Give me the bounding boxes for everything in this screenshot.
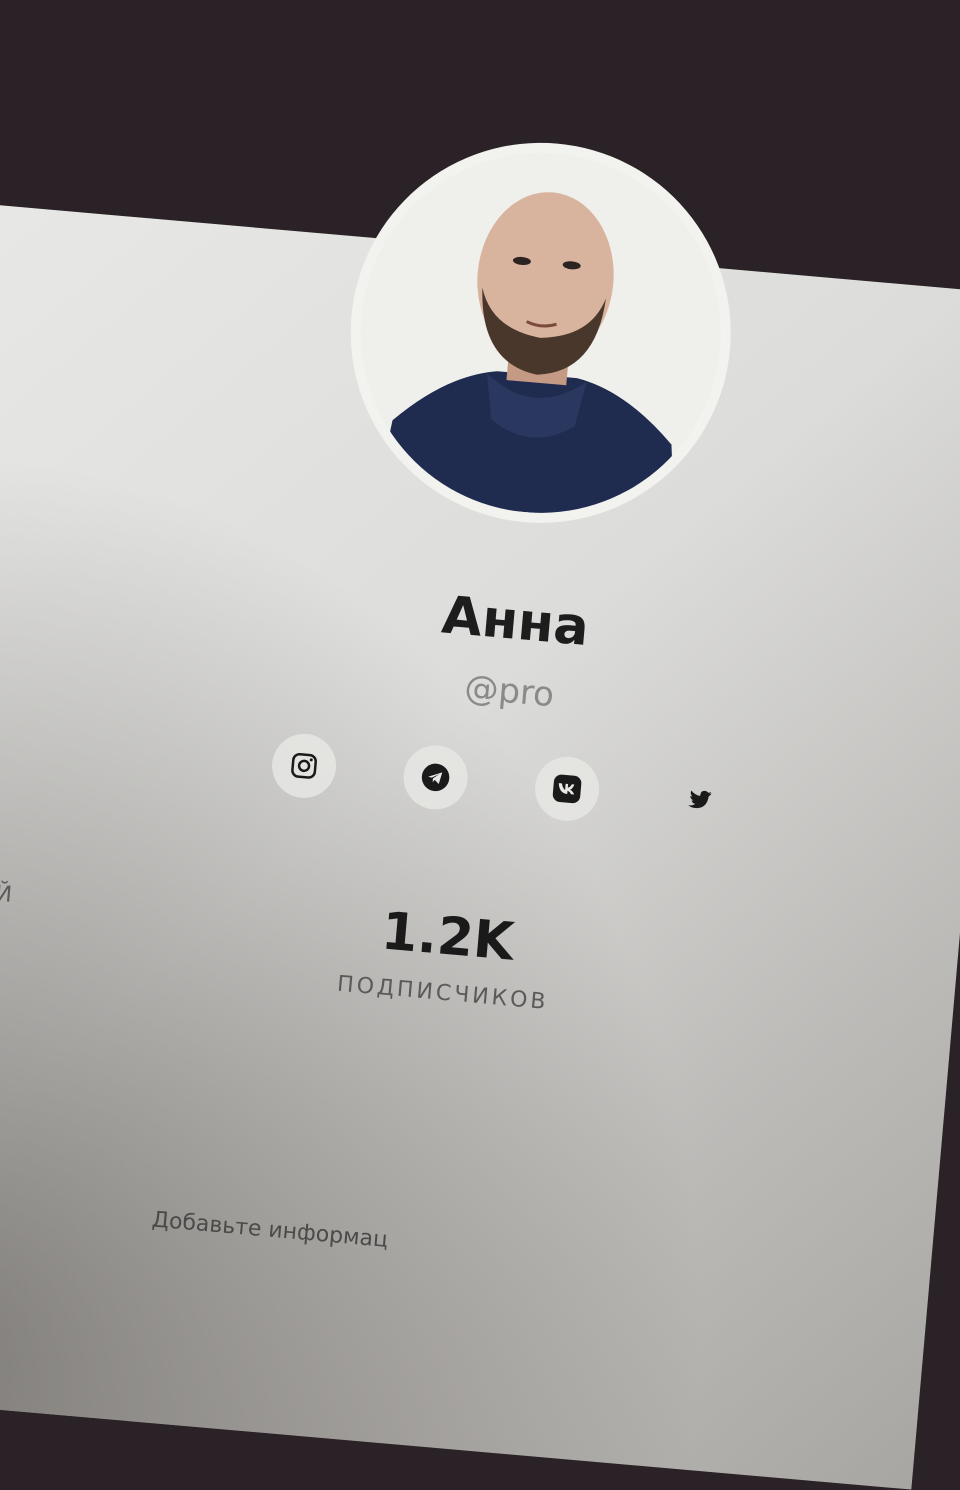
social-links (269, 731, 733, 841)
twitter-icon (688, 790, 712, 809)
avatar[interactable] (345, 137, 736, 528)
followers-count: 1.2K (379, 901, 517, 973)
posts-label: ИКАЦИЙ (0, 873, 16, 909)
profile-name: Анна (439, 585, 592, 659)
add-info-hint[interactable]: Добавьте информац (151, 1207, 389, 1253)
vk-link[interactable] (532, 754, 602, 824)
instagram-icon (291, 752, 317, 779)
profile-handle: @pro (462, 667, 556, 716)
followers-stat[interactable]: 1.2K ПОДПИСЧИКОВ (312, 896, 580, 1017)
profile-page: Анна @pro 56 (0, 137, 960, 1490)
instagram-link[interactable] (269, 731, 339, 801)
vk-icon (552, 774, 582, 804)
followers-label: ПОДПИСЧИКОВ (336, 971, 550, 1016)
posts-count: 56 (0, 801, 87, 875)
avatar-photo (345, 137, 736, 528)
twitter-link[interactable] (664, 766, 733, 835)
telegram-link[interactable] (400, 742, 471, 813)
posts-stat: 56 ИКАЦИЙ (0, 801, 87, 914)
telegram-icon (421, 763, 450, 792)
